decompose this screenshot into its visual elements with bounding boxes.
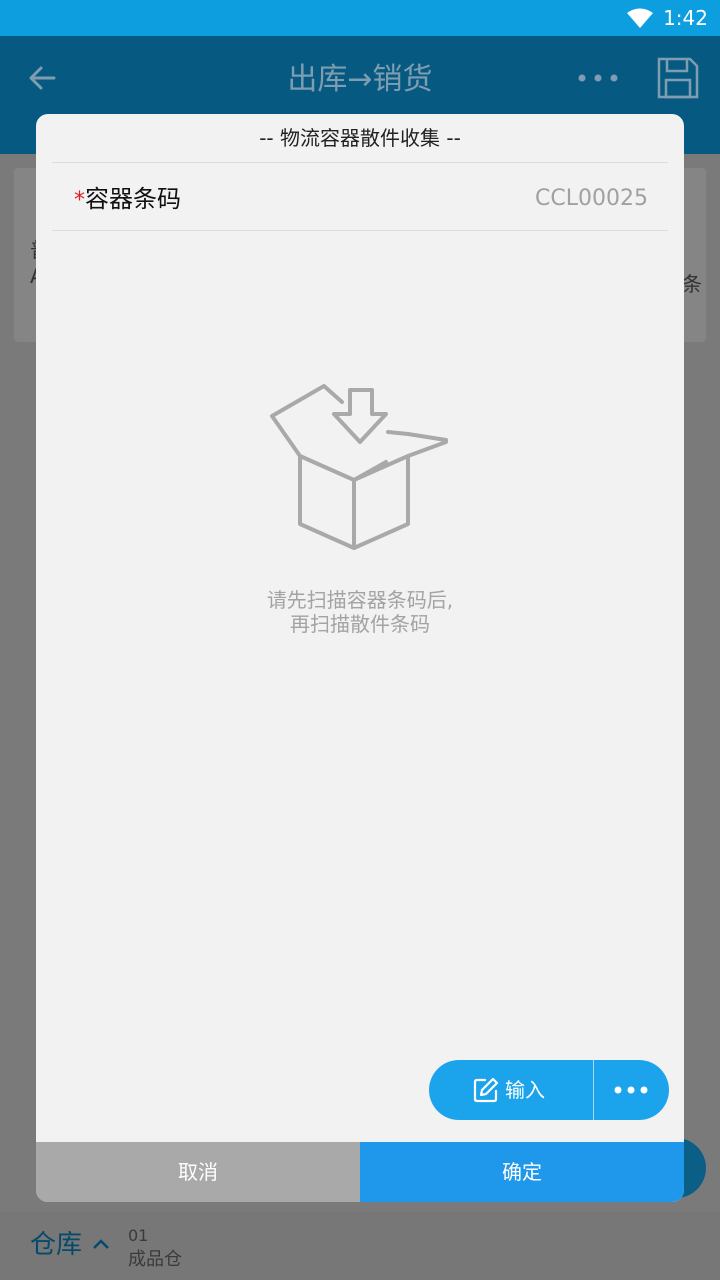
status-time: 1:42 [663,6,708,30]
required-mark: * [74,188,85,213]
field-label-text: 容器条码 [85,185,181,213]
empty-hint-line: 再扫描散件条码 [290,612,430,636]
warehouse-name: 成品仓 [128,1249,182,1270]
warehouse-code: 01 [128,1226,149,1245]
empty-hint-line: 请先扫描容器条码后, [266,588,454,612]
divider [52,230,668,231]
action-pill: 输入 [429,1060,669,1120]
warehouse-label[interactable]: 仓库 [30,1228,82,1262]
bottom-bar[interactable]: 仓库 01 成品仓 [0,1212,720,1280]
more-horizontal-icon [614,1086,648,1094]
status-bar: 1:42 [0,0,720,36]
background-card-text: 条 [682,272,702,296]
edit-icon [473,1077,499,1103]
box-download-icon [270,384,448,550]
container-collect-dialog: -- 物流容器散件收集 -- *容器条码 CCL00025 请先扫描容器条码后,… [36,114,684,1202]
more-options-button[interactable] [594,1060,669,1120]
cancel-button[interactable]: 取消 [36,1142,360,1202]
confirm-button[interactable]: 确定 [360,1142,684,1202]
input-button[interactable]: 输入 [429,1060,593,1120]
divider [52,162,668,163]
container-barcode-label: *容器条码 [74,180,181,220]
input-button-label: 输入 [505,1078,545,1102]
container-barcode-value[interactable]: CCL00025 [535,182,648,216]
wifi-icon [627,8,653,28]
save-icon[interactable] [656,56,700,100]
dialog-title: -- 物流容器散件收集 -- [259,126,461,150]
chevron-up-icon[interactable] [92,1238,110,1250]
more-horizontal-icon[interactable] [578,74,618,82]
